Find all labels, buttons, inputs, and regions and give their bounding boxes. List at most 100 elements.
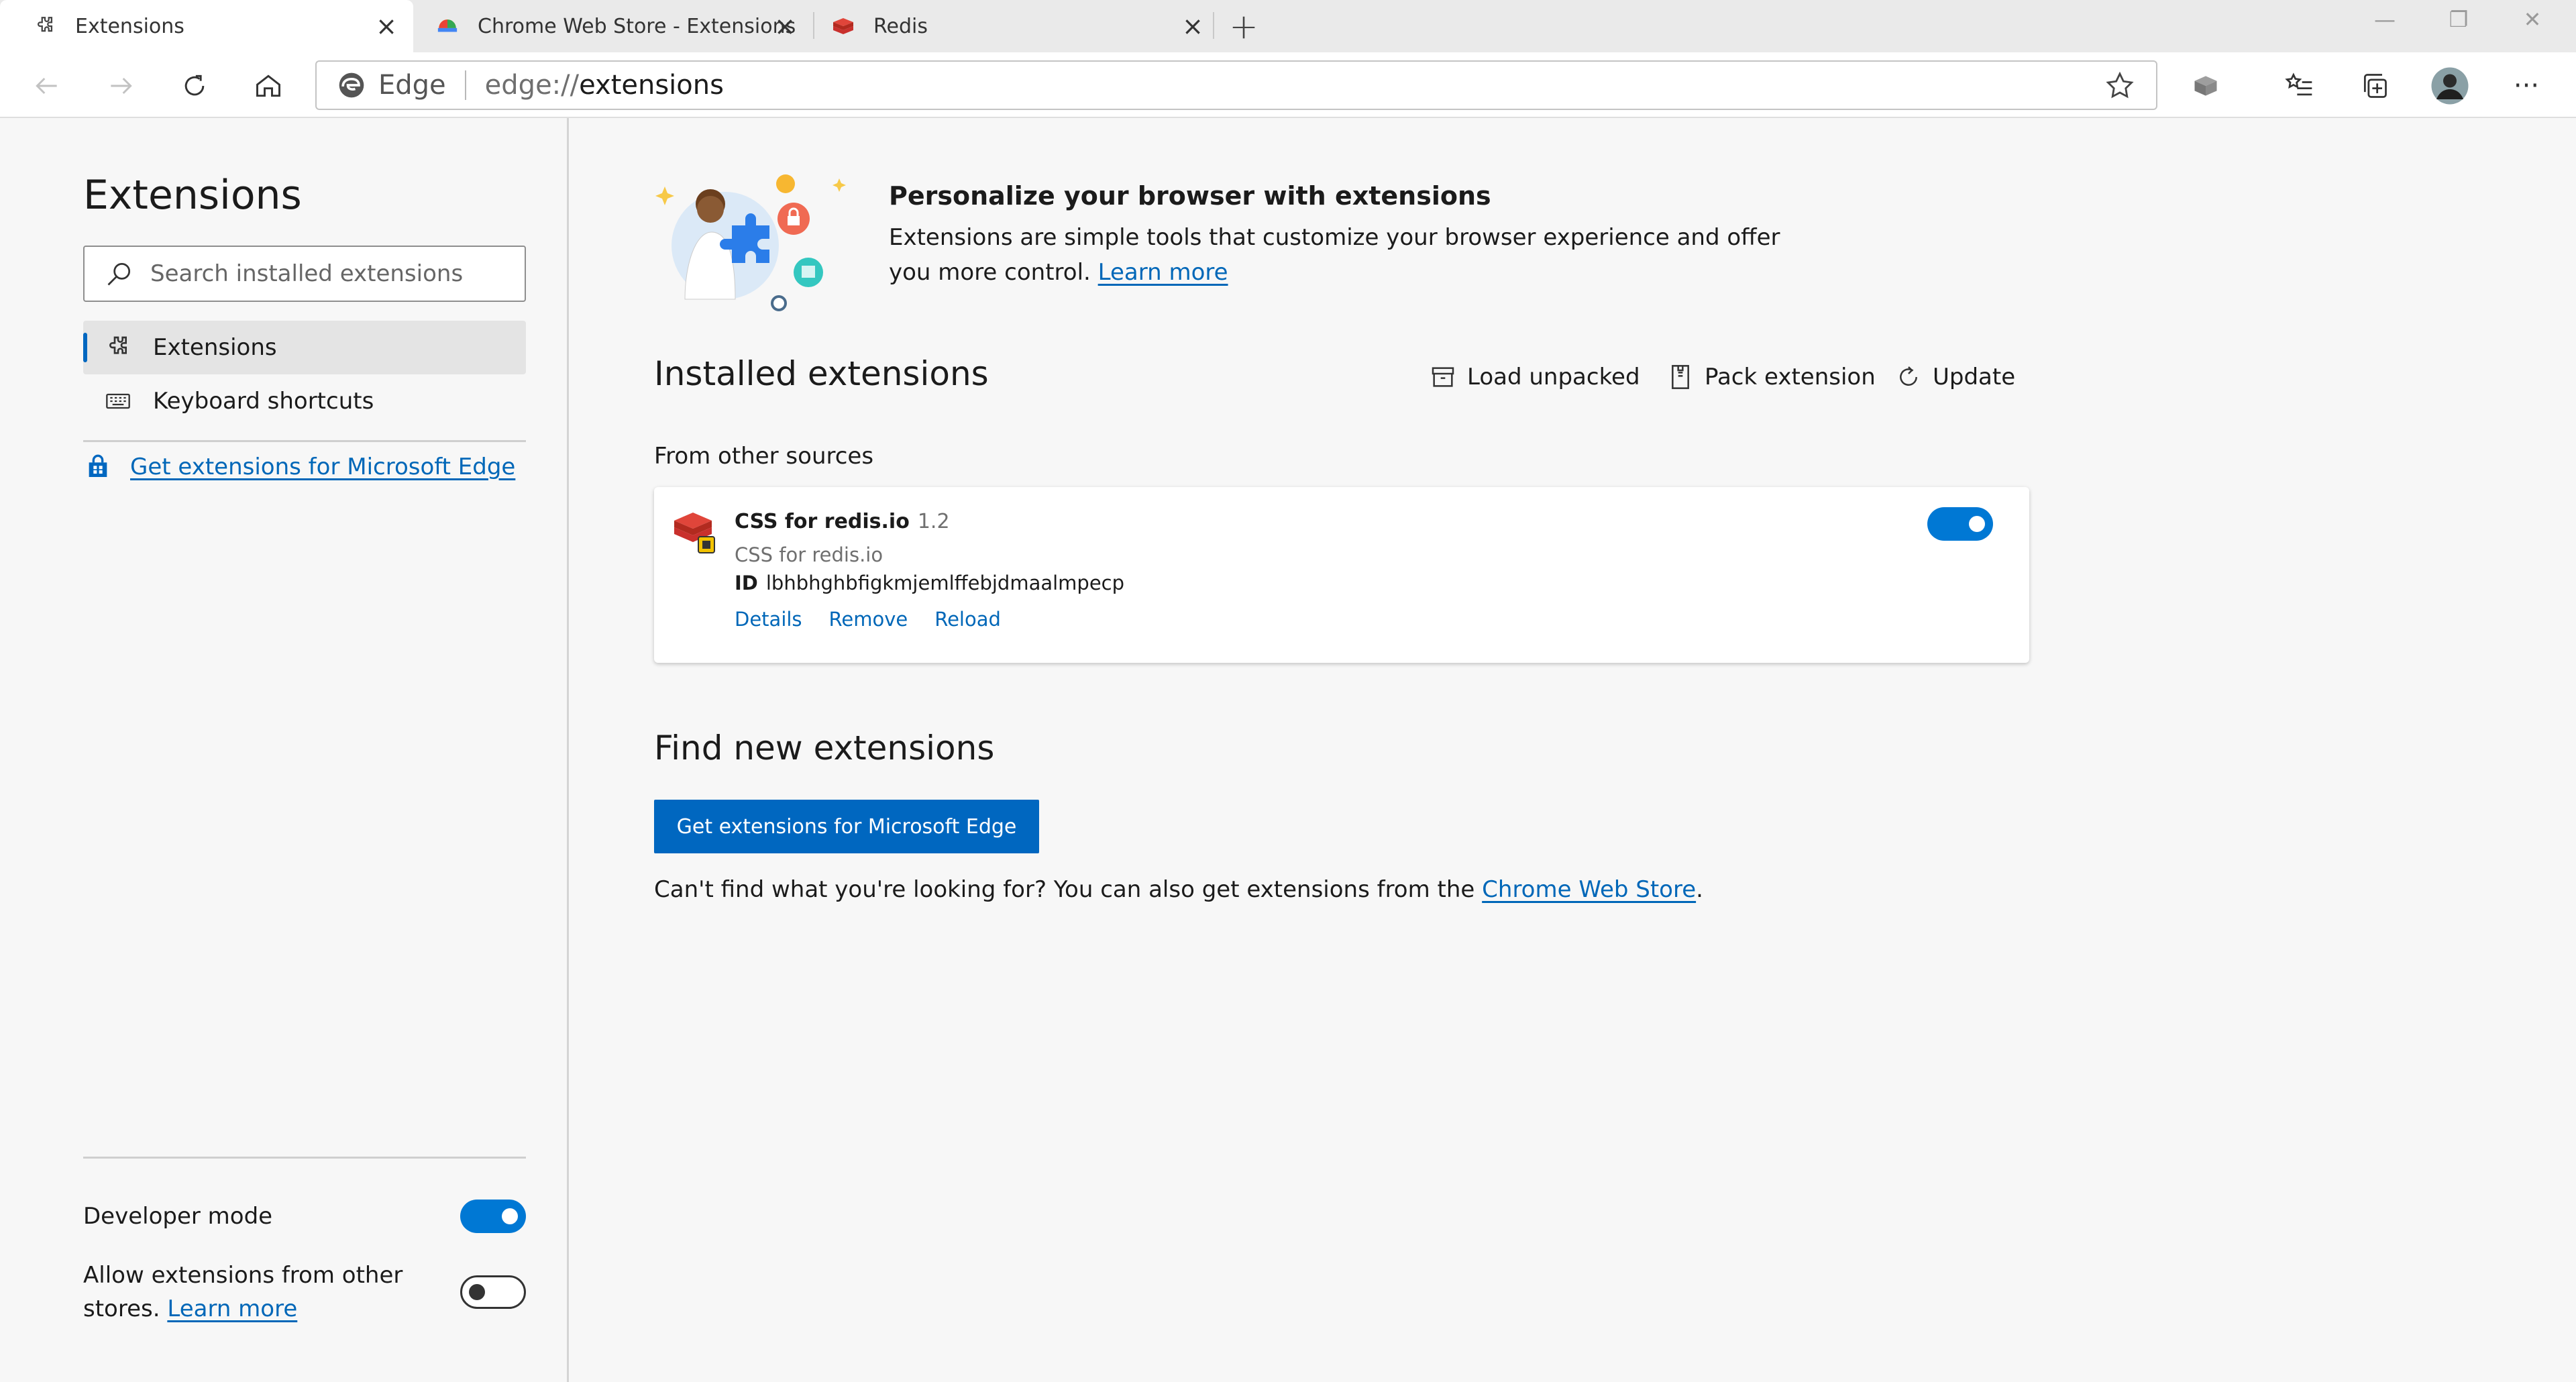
extension-version: 1.2 (917, 510, 950, 533)
extension-description: CSS for redis.io (735, 543, 883, 566)
back-button[interactable] (24, 63, 70, 109)
details-link[interactable]: Details (735, 608, 802, 631)
box-icon (1428, 362, 1458, 392)
refresh-icon (1894, 362, 1923, 392)
favorites-button[interactable] (2277, 63, 2322, 109)
extension-name: CSS for redis.io 1.2 (735, 510, 950, 533)
hero-description: Extensions are simple tools that customi… (889, 224, 1780, 286)
sidebar-item-extensions[interactable]: Extensions (83, 321, 526, 374)
divider (83, 1157, 526, 1159)
close-tab-icon[interactable]: × (771, 11, 798, 41)
tab-title: Chrome Web Store - Extensions (478, 14, 796, 38)
url-scheme: edge:// (484, 70, 580, 101)
from-other-sources-label: From other sources (654, 443, 874, 470)
reload-link[interactable]: Reload (934, 608, 1001, 631)
minimize-icon: — (2374, 7, 2396, 32)
refresh-button[interactable] (172, 63, 217, 109)
ellipsis-icon: ··· (2513, 70, 2540, 101)
sidebar: Extensions Search installed extensions E… (0, 118, 569, 1382)
puzzle-icon (32, 13, 58, 39)
get-extensions-link[interactable]: Get extensions for Microsoft Edge (83, 452, 515, 482)
redis-icon (674, 513, 715, 553)
developer-mode-row: Developer mode (83, 1200, 526, 1233)
extension-enabled-toggle[interactable] (1927, 507, 1993, 541)
sidebar-item-label: Keyboard shortcuts (153, 388, 374, 415)
hero-learn-more-link[interactable]: Learn more (1098, 259, 1228, 286)
extension-button[interactable] (2183, 63, 2229, 109)
tab-redis[interactable]: Redis × (814, 0, 1210, 52)
chrome-store-text-before: Can't find what you're looking for? You … (654, 876, 1475, 903)
store-bag-icon (83, 452, 113, 482)
chrome-web-store-link[interactable]: Chrome Web Store (1482, 876, 1696, 903)
address-bar[interactable]: Edge edge://extensions (315, 60, 2157, 110)
search-icon (107, 262, 131, 286)
update-button[interactable]: Update (1894, 362, 2015, 392)
back-arrow-icon (36, 77, 57, 95)
extension-cube-icon (2194, 76, 2217, 96)
developer-mode-toggle[interactable] (460, 1200, 526, 1233)
collections-button[interactable] (2352, 63, 2398, 109)
tab-chrome-web-store[interactable]: Chrome Web Store - Extensions × (416, 0, 812, 52)
close-icon: ✕ (2523, 7, 2542, 32)
close-tab-icon[interactable]: × (1179, 11, 1206, 41)
extension-links: Details Remove Reload (735, 608, 1028, 631)
allow-other-stores-label: Allow extensions from other stores. Lear… (83, 1259, 419, 1326)
tab-extensions[interactable]: Extensions × (0, 0, 413, 52)
url-path: extensions (579, 70, 724, 101)
collections-icon (2363, 74, 2387, 98)
remove-link[interactable]: Remove (829, 608, 908, 631)
extension-id: ID lbhbhghbfigkmjemlffebjdmaalmpecp (735, 572, 1124, 594)
search-input[interactable]: Search installed extensions (83, 246, 526, 302)
allow-other-stores-row: Allow extensions from other stores. Lear… (83, 1259, 526, 1326)
close-window-button[interactable]: ✕ (2496, 0, 2569, 39)
tab-strip: Extensions × Chrome Web Store - Extensio… (0, 0, 2576, 52)
favorites-list-icon (2285, 72, 2312, 96)
extension-card: CSS for redis.io 1.2 CSS for redis.io ID l… (654, 487, 2029, 663)
restore-button[interactable]: ❐ (2422, 0, 2496, 39)
pack-extension-button[interactable]: Pack extension (1666, 362, 1876, 392)
tab-title: Redis (873, 14, 928, 38)
hero-illustration (655, 174, 846, 311)
developer-mode-label: Developer mode (83, 1203, 273, 1230)
home-button[interactable] (246, 63, 291, 109)
minimize-button[interactable]: — (2348, 0, 2422, 39)
tab-title: Extensions (75, 14, 184, 38)
profile-button[interactable] (2427, 63, 2473, 109)
new-tab-button[interactable]: + (1221, 4, 1267, 50)
tab-divider (1213, 12, 1214, 39)
edge-label: Edge (378, 70, 446, 101)
allow-other-stores-toggle[interactable] (460, 1275, 526, 1309)
installed-extensions-heading: Installed extensions (654, 354, 989, 393)
learn-more-link[interactable]: Learn more (167, 1295, 297, 1322)
archive-icon (1666, 362, 1695, 392)
pack-extension-label: Pack extension (1705, 364, 1876, 390)
redis-icon (830, 13, 856, 39)
restore-icon: ❐ (2449, 7, 2469, 32)
home-icon (256, 74, 280, 97)
forward-button[interactable] (98, 63, 144, 109)
close-tab-icon[interactable]: × (373, 11, 400, 41)
refresh-icon (184, 74, 205, 96)
puzzle-icon (103, 333, 133, 362)
keyboard-icon (103, 386, 133, 416)
sidebar-item-keyboard-shortcuts[interactable]: Keyboard shortcuts (83, 374, 526, 428)
main-content: Personalize your browser with extensions… (571, 118, 2576, 1382)
load-unpacked-label: Load unpacked (1467, 364, 1640, 390)
get-extensions-button[interactable]: Get extensions for Microsoft Edge (654, 800, 1039, 853)
page-title: Extensions (83, 172, 302, 219)
hero-title: Personalize your browser with extensions (889, 181, 1491, 211)
find-new-extensions-heading: Find new extensions (654, 729, 995, 767)
favorite-star-icon[interactable] (2104, 70, 2136, 102)
forward-arrow-icon (111, 77, 132, 95)
more-menu-button[interactable]: ··· (2504, 63, 2549, 109)
extension-id-value: lbhbhghbfigkmjemlffebjdmaalmpecp (765, 572, 1125, 594)
toolbar: Edge edge://extensions ··· (0, 52, 2576, 118)
load-unpacked-button[interactable]: Load unpacked (1428, 362, 1640, 392)
divider (83, 440, 526, 442)
browser-window: Extensions × Chrome Web Store - Extensio… (0, 0, 2576, 1382)
edge-brand: Edge (317, 70, 446, 101)
avatar (2431, 67, 2469, 105)
url-text[interactable]: edge://extensions (485, 70, 724, 101)
chrome-web-store-icon (435, 13, 460, 39)
sidebar-item-label: Extensions (153, 334, 277, 361)
